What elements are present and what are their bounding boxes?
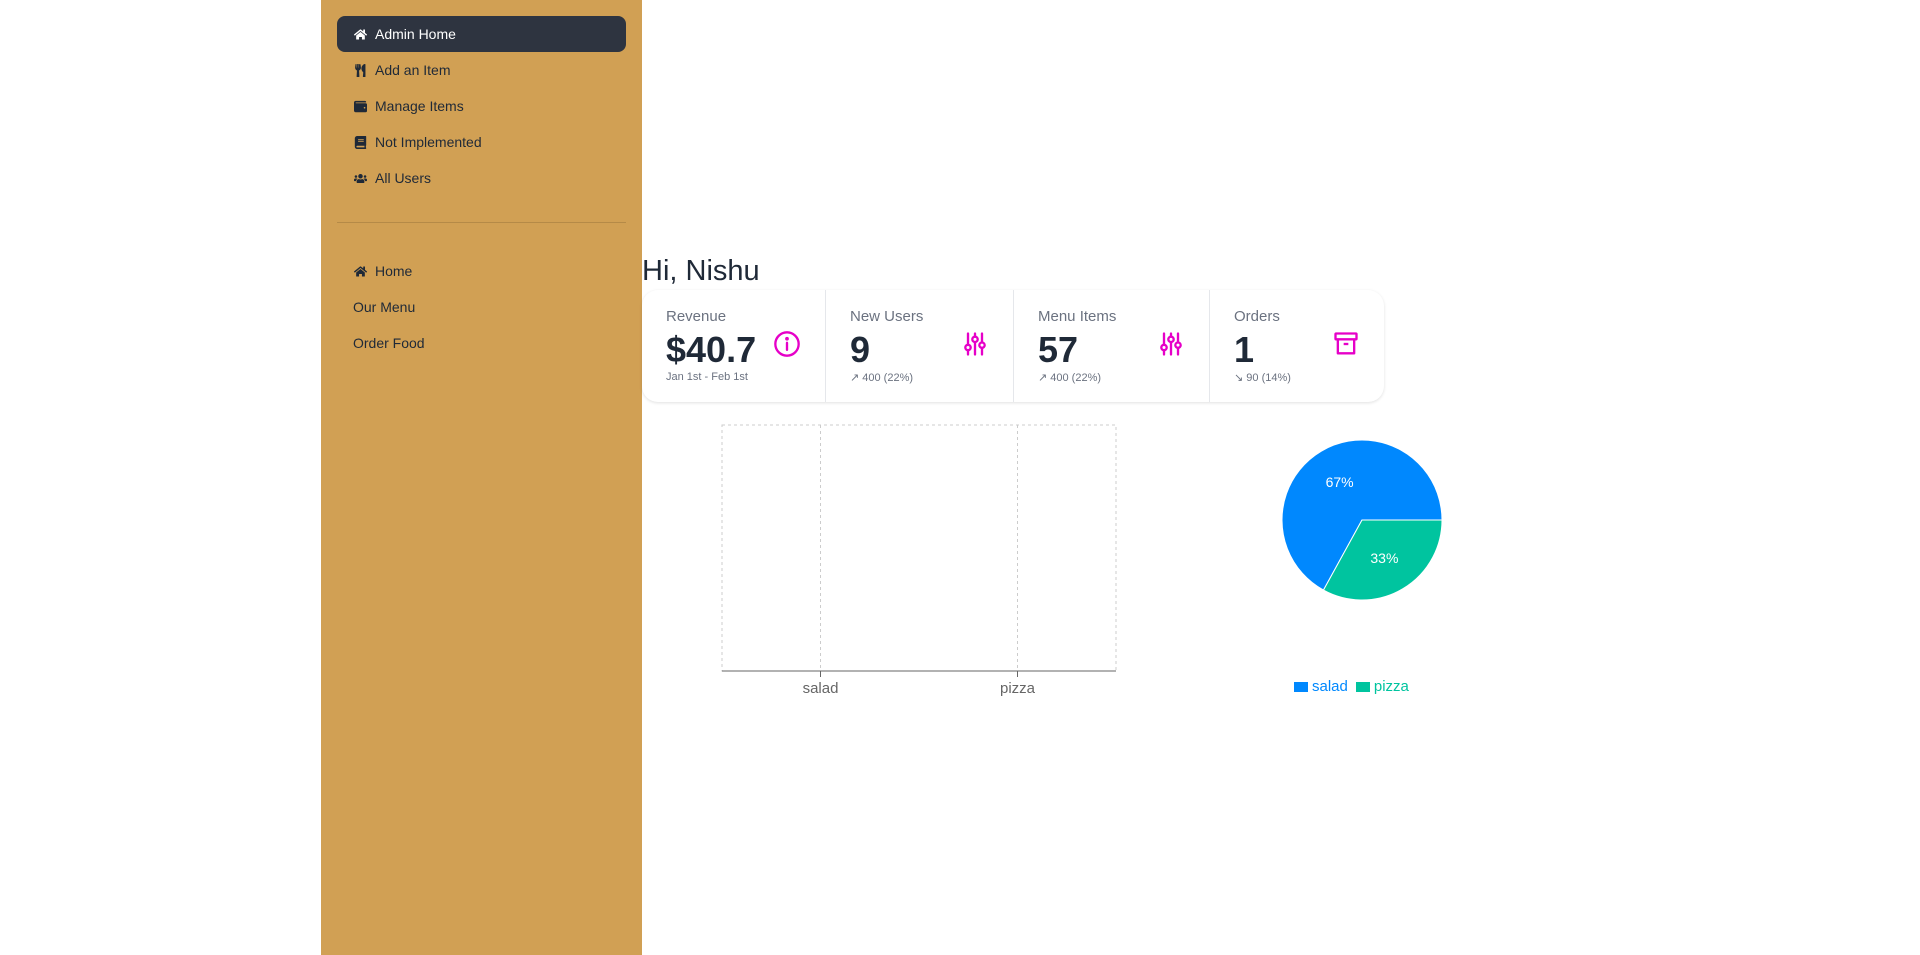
home-icon [353,27,367,41]
legend-swatch [1355,681,1370,692]
stats-panel: Revenue $40.7 Jan 1st - Feb 1st New Users 9 ↗… [642,290,1384,402]
chart-grid-frame [721,424,1117,672]
archive-icon [1332,330,1360,358]
stat-new-users: New Users 9 ↗︎ 400 (22%) [826,290,1014,402]
sidebar-item-not-implemented[interactable]: Not Implemented [337,124,626,160]
stat-menu-items: Menu Items 57 ↗︎ 400 (22%) [1014,290,1210,402]
sidebar-item-label: Not Implemented [375,134,482,150]
info-circle-icon [773,330,801,358]
legend-label: salad [1312,678,1348,695]
legend-item-pizza: pizza [1355,678,1409,695]
sidebar: Admin Home Add an Item Manage Items Not Imp… [321,0,642,955]
stat-desc: ↘︎ 90 (14%) [1234,372,1291,384]
wallet-icon [353,99,367,113]
book-icon [353,135,367,149]
sidebar-divider [337,222,626,223]
home-icon [353,264,367,278]
sidebar-item-label: Manage Items [375,98,464,114]
sidebar-item-label: Add an Item [375,62,451,78]
sidebar-item-label: All Users [375,170,432,186]
sidebar-item-label: Admin Home [375,26,456,42]
legend-swatch [1294,681,1308,692]
sidebar-item-label: Home [375,263,413,279]
sidebar-item-all-users[interactable]: All Users [337,160,626,196]
greeting-heading: Hi, Nishu [642,255,760,287]
bar-chart: salad pizza [721,424,1117,697]
stat-orders: Orders 1 ↘︎ 90 (14%) [1210,290,1384,402]
pie-legend: salad pizza [1294,678,1417,695]
main-content: Hi, Nishu Revenue $40.7 Jan 1st - Feb 1st N… [642,0,1920,955]
utensils-icon [353,63,367,77]
sliders-icon [961,330,989,358]
stat-desc: ↗︎ 400 (22%) [850,372,914,384]
stat-revenue: Revenue $40.7 Jan 1st - Feb 1st [642,290,826,402]
sidebar-item-label: Order Food [353,335,425,351]
main-menu: Home Our Menu Order Food [337,253,626,361]
legend-label: pizza [1373,678,1409,695]
admin-menu: Admin Home Add an Item Manage Items Not Imp… [337,16,626,196]
legend-item-salad: salad [1294,678,1348,695]
stat-desc: Jan 1st - Feb 1st [666,371,748,383]
stat-title: Orders [1234,308,1280,325]
sidebar-item-add-an-item[interactable]: Add an Item [337,52,626,88]
x-tick-label: pizza [1000,680,1036,697]
sidebar-item-our-menu[interactable]: Our Menu [337,289,626,325]
stat-title: Menu Items [1038,308,1117,325]
x-tick-label: salad [803,680,839,697]
sidebar-item-manage-items[interactable]: Manage Items [337,88,626,124]
stat-title: New Users [850,308,924,325]
pie-chart: 67% 33% [1281,439,1443,601]
sliders-icon [1157,330,1185,358]
users-icon [353,171,367,185]
sidebar-item-admin-home[interactable]: Admin Home [337,16,626,52]
pie-slice-label: 33% [1370,550,1398,566]
stat-desc: ↗︎ 400 (22%) [1038,372,1102,384]
sidebar-item-label: Our Menu [353,299,416,315]
stat-title: Revenue [666,308,727,325]
sidebar-item-home[interactable]: Home [337,253,626,289]
sidebar-item-order-food[interactable]: Order Food [337,325,626,361]
pie-slice-label: 67% [1326,474,1354,490]
